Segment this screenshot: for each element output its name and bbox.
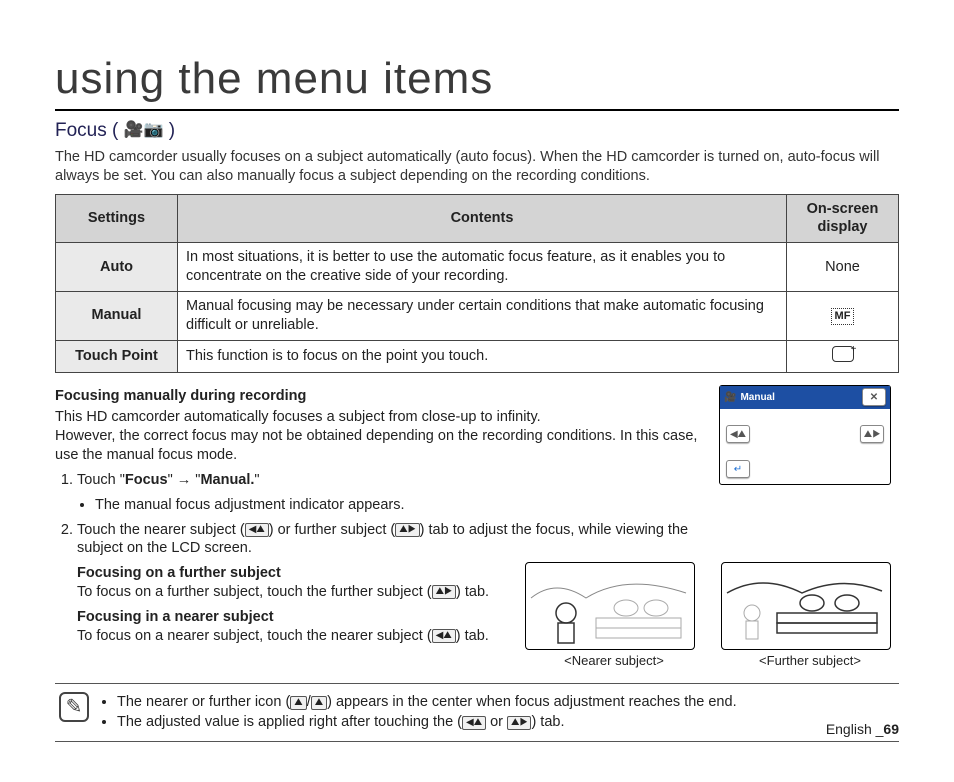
further-tab-icon: ⛰▶: [507, 716, 531, 730]
manual-focus-heading: Focusing manually during recording: [55, 387, 701, 406]
note-1: The nearer or further icon (⛰/⛰) appears…: [117, 693, 737, 712]
row-touchpoint-osd: +: [787, 340, 899, 373]
nearer-subject-illustration: [525, 562, 695, 650]
step2-a: Touch the nearer subject (: [77, 522, 245, 538]
further-solid-icon: ⛰: [311, 696, 327, 710]
manual-focus-desc1: This HD camcorder automatically focuses …: [55, 408, 701, 427]
step2-b: ) or further subject (: [269, 522, 396, 538]
page-title: using the menu items: [55, 50, 899, 111]
step1-pre: Touch ": [77, 472, 125, 488]
video-photo-mode-icon: 🎥📷: [124, 122, 164, 139]
return-button[interactable]: ↵: [726, 460, 750, 478]
note-icon: ✎: [59, 692, 89, 722]
step1-post: ": [254, 472, 259, 488]
page-footer: English _69: [826, 720, 899, 738]
step1-bullet: The manual focus adjustment indicator ap…: [95, 496, 701, 515]
further-subject-illustration: [721, 562, 891, 650]
note-box: ✎ The nearer or further icon (⛰/⛰) appea…: [55, 683, 899, 742]
mf-icon: MF: [831, 308, 855, 324]
row-manual-osd: MF: [787, 291, 899, 340]
lcd-preview: 🎥 Manual ✕ ◀⛰ ⛰▶ ↵: [719, 385, 891, 485]
section-title: Focus ( 🎥📷 ): [55, 119, 899, 144]
focus-nearer-button[interactable]: ◀⛰: [726, 425, 750, 443]
close-button[interactable]: ✕: [862, 388, 886, 406]
touchpoint-icon: +: [832, 346, 854, 362]
nearer-tab-icon: ◀⛰: [245, 523, 269, 537]
further-subject-caption: <Further subject>: [721, 653, 899, 670]
manual-focus-desc2: However, the correct focus may not be ob…: [55, 427, 701, 465]
table-row: Manual Manual focusing may be necessary …: [56, 291, 899, 340]
row-manual-content: Manual focusing may be necessary under c…: [178, 291, 787, 340]
step1-mid: " → ": [168, 472, 201, 488]
step1-bold1: Focus: [125, 472, 168, 488]
further-tab-icon: ⛰▶: [432, 585, 456, 599]
row-manual-label: Manual: [56, 291, 178, 340]
footer-page: 69: [883, 721, 899, 737]
table-row: Touch Point This function is to focus on…: [56, 340, 899, 373]
row-auto-osd: None: [787, 243, 899, 292]
note-2: The adjusted value is applied right afte…: [117, 713, 737, 732]
section-title-text: Focus (: [55, 120, 118, 141]
col-contents: Contents: [178, 194, 787, 243]
row-auto-label: Auto: [56, 243, 178, 292]
col-settings: Settings: [56, 194, 178, 243]
camcorder-icon: 🎥: [724, 391, 736, 404]
table-header-row: Settings Contents On-screen display: [56, 194, 899, 243]
step1-bold2: Manual.: [200, 472, 254, 488]
step-1: Touch "Focus" → "Manual." The manual foc…: [77, 471, 701, 515]
further-tab-icon: ⛰▶: [395, 523, 419, 537]
table-row: Auto In most situations, it is better to…: [56, 243, 899, 292]
nearer-subject-caption: <Nearer subject>: [525, 653, 703, 670]
nearer-tab-icon: ◀⛰: [432, 629, 456, 643]
section-intro: The HD camcorder usually focuses on a su…: [55, 148, 899, 186]
focus-further-button[interactable]: ⛰▶: [860, 425, 884, 443]
lcd-header: 🎥 Manual ✕: [720, 386, 890, 409]
col-osd: On-screen display: [787, 194, 899, 243]
settings-table: Settings Contents On-screen display Auto…: [55, 194, 899, 374]
row-touchpoint-label: Touch Point: [56, 340, 178, 373]
section-title-close: ): [169, 120, 175, 141]
nearer-tab-icon: ◀⛰: [462, 716, 486, 730]
footer-lang: English: [826, 721, 876, 737]
nearer-solid-icon: ⛰: [290, 696, 306, 710]
row-auto-content: In most situations, it is better to use …: [178, 243, 787, 292]
lcd-mode-label: Manual: [740, 391, 774, 404]
row-touchpoint-content: This function is to focus on the point y…: [178, 340, 787, 373]
